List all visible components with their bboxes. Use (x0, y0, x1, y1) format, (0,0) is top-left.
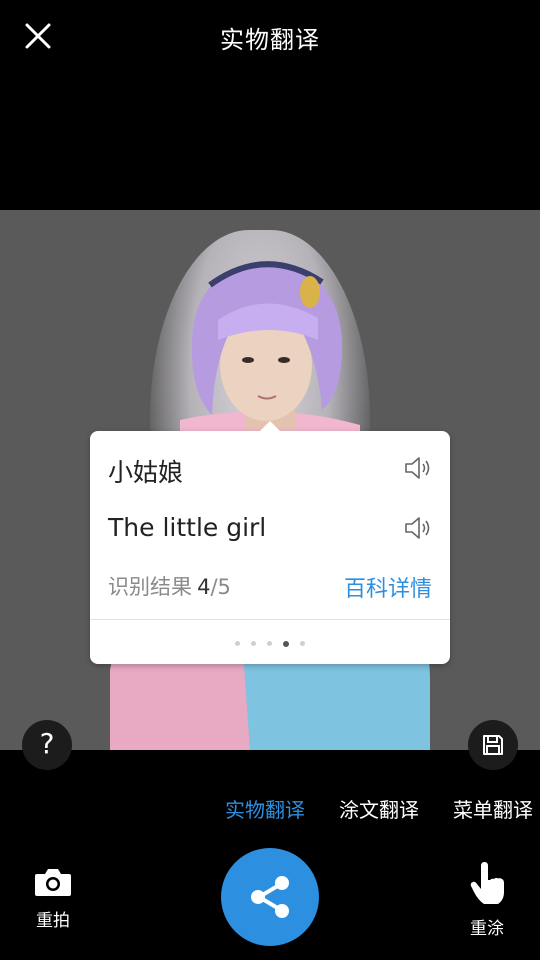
chinese-word: 小姑娘 (108, 458, 184, 487)
share-icon (251, 876, 289, 918)
encyclopedia-link[interactable]: 百科详情 (344, 571, 432, 603)
finger-tap-icon (470, 862, 504, 904)
result-label: 识别结果 (108, 575, 192, 599)
repaint-label: 重涂 (470, 919, 504, 939)
pager-dots[interactable] (90, 633, 450, 647)
pager-dot-active (283, 640, 290, 647)
result-current: 4 (197, 575, 211, 599)
speaker-icon[interactable] (404, 455, 434, 481)
tab-smear-translate[interactable]: 涂文翻译 (339, 794, 419, 823)
help-button[interactable]: ? (22, 720, 72, 770)
recognition-result: 识别结果 4/5 百科详情 (108, 571, 434, 605)
pager-dot (250, 641, 256, 646)
tab-menu-translate[interactable]: 菜单翻译 (453, 794, 533, 823)
popup-pointer (260, 421, 280, 431)
pager-dot (267, 641, 272, 646)
result-total: /5 (210, 575, 231, 599)
pager-dot (300, 641, 306, 646)
english-word-row: The little girl (108, 509, 434, 549)
english-word: The little girl (108, 513, 267, 542)
chinese-word-row: 小姑娘 (108, 449, 434, 489)
pager-dot (234, 641, 240, 646)
retake-label: 重拍 (36, 911, 70, 931)
retake-button[interactable]: 重拍 (30, 866, 76, 931)
camera-icon (35, 869, 71, 896)
page-title: 实物翻译 (220, 26, 320, 54)
speaker-icon[interactable] (404, 515, 434, 541)
divider (90, 619, 450, 620)
help-icon: ? (39, 727, 55, 760)
mode-tabs: 实物翻译 涂文翻译 菜单翻译 (0, 790, 540, 830)
translation-card: 小姑娘 The little girl 识别结果 4/5 百科详情 (90, 421, 450, 664)
save-icon (483, 735, 503, 755)
tab-object-translate[interactable]: 实物翻译 (225, 794, 305, 823)
top-bar: 实物翻译 (0, 0, 540, 72)
save-button[interactable] (468, 720, 518, 770)
repaint-button[interactable]: 重涂 (464, 862, 510, 939)
share-button[interactable] (221, 848, 319, 946)
bottom-toolbar: 重拍 重涂 (0, 840, 540, 960)
